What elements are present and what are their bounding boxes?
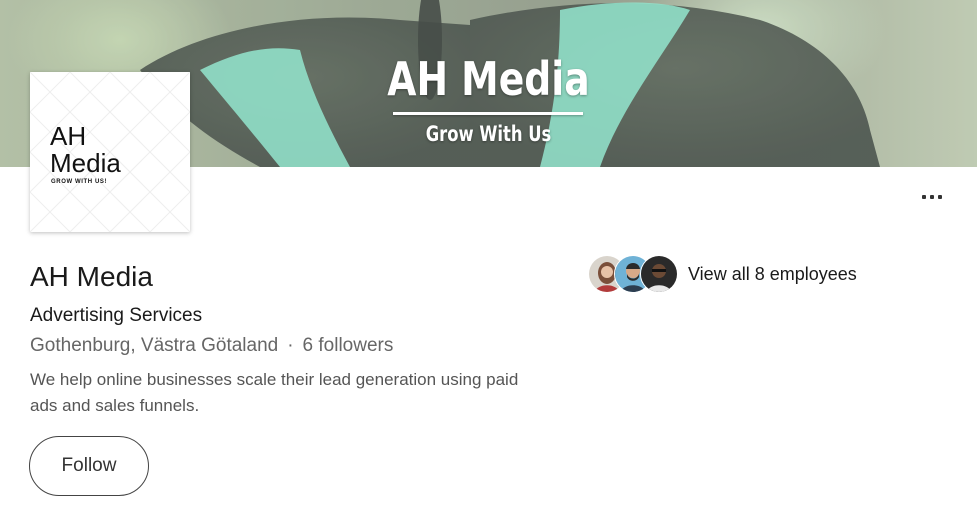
company-logo[interactable]: AH Media GROW WITH US! xyxy=(30,72,190,232)
more-icon xyxy=(938,195,942,199)
view-employees-link[interactable]: View all 8 employees xyxy=(688,264,857,285)
more-icon xyxy=(930,195,934,199)
company-name: AH Media xyxy=(30,261,153,292)
more-options-button[interactable] xyxy=(914,184,950,210)
logo-text-line1: AH xyxy=(50,121,87,151)
banner-subtitle: Grow With Us xyxy=(425,122,552,146)
company-industry: Advertising Services xyxy=(30,305,203,326)
company-meta: Gothenburg, Västra Götaland · 6 followers xyxy=(30,335,393,357)
followers-count: 6 followers xyxy=(302,335,394,356)
banner-title: AH Media xyxy=(387,52,590,106)
more-icon xyxy=(922,195,926,199)
logo-tagline: GROW WITH US! xyxy=(51,179,108,185)
employee-avatar[interactable] xyxy=(640,255,678,293)
employee-avatars[interactable] xyxy=(588,255,680,293)
banner-divider xyxy=(393,112,583,115)
logo-text-line2: Media xyxy=(50,148,121,178)
employees-section[interactable]: View all 8 employees xyxy=(588,255,857,293)
company-location: Gothenburg, Västra Götaland xyxy=(30,335,279,356)
company-description: We help online businesses scale their le… xyxy=(30,370,519,415)
follow-button[interactable]: Follow xyxy=(29,436,149,496)
meta-separator: · xyxy=(287,335,294,356)
